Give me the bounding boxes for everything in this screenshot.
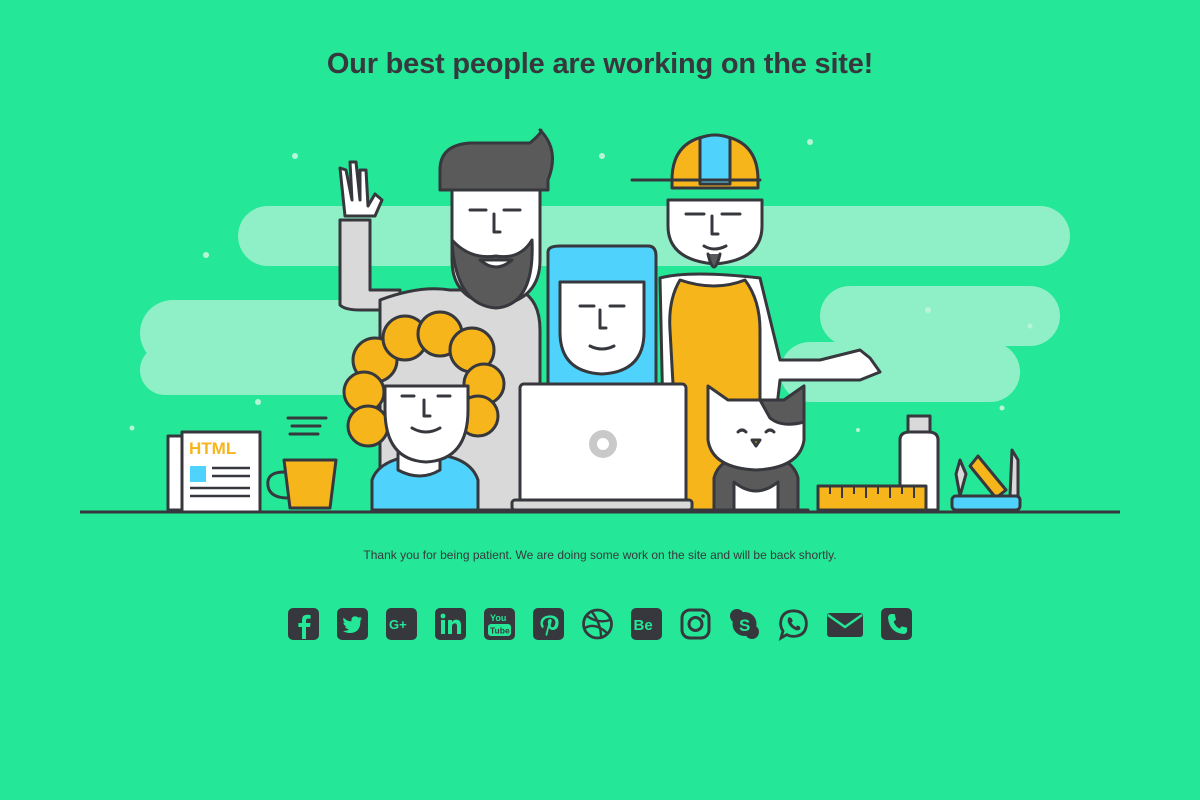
gear-logo-icon: [589, 430, 617, 458]
linkedin-link[interactable]: [434, 606, 467, 642]
twitter-link[interactable]: [336, 606, 369, 642]
svg-text:S: S: [739, 616, 750, 635]
coffee-cup: [266, 416, 338, 510]
facebook-link[interactable]: [287, 606, 320, 642]
behance-link[interactable]: Be: [630, 606, 663, 642]
youtube-link[interactable]: You Tube: [483, 606, 516, 642]
dribbble-icon: [582, 608, 613, 640]
whatsapp-icon: [778, 609, 808, 641]
page-title: Our best people are working on the site!: [326, 48, 874, 80]
dribbble-link[interactable]: [581, 606, 614, 642]
woman-blue-hair: [546, 244, 658, 402]
twitter-icon: [337, 608, 368, 640]
team-illustration: HTML: [80, 128, 1120, 514]
pen-tray: [950, 448, 1022, 512]
maintenance-page: Our best people are working on the site!: [0, 0, 1200, 800]
skype-link[interactable]: S: [728, 606, 761, 642]
phone-icon: [881, 608, 912, 640]
maintenance-notice: Thank you for being patient. We are doin…: [363, 548, 837, 562]
pinterest-link[interactable]: [532, 606, 565, 642]
facebook-icon: [288, 608, 319, 640]
pinterest-icon: [533, 608, 564, 640]
google-plus-link[interactable]: G+: [385, 606, 418, 642]
behance-icon: Be: [631, 608, 662, 640]
instagram-link[interactable]: [679, 606, 712, 642]
newspaper-label: HTML: [189, 439, 236, 458]
phone-link[interactable]: [880, 606, 913, 642]
google-plus-icon: G+: [386, 608, 417, 640]
instagram-icon: [680, 608, 711, 640]
svg-text:G+: G+: [389, 617, 407, 632]
laptop: [510, 382, 694, 512]
whatsapp-link[interactable]: [777, 606, 810, 642]
skype-icon: S: [730, 609, 759, 639]
cat: [702, 384, 810, 512]
ruler: [816, 484, 928, 512]
svg-text:Be: Be: [634, 617, 653, 634]
linkedin-icon: [435, 608, 466, 640]
svg-text:You: You: [490, 613, 506, 623]
social-links: G+ You Tube Be S: [0, 606, 1200, 642]
svg-text:Tube: Tube: [490, 626, 510, 636]
email-link[interactable]: [826, 606, 864, 642]
html-newspaper: HTML: [166, 430, 262, 514]
youtube-icon: You Tube: [484, 608, 515, 640]
email-icon: [827, 613, 863, 637]
